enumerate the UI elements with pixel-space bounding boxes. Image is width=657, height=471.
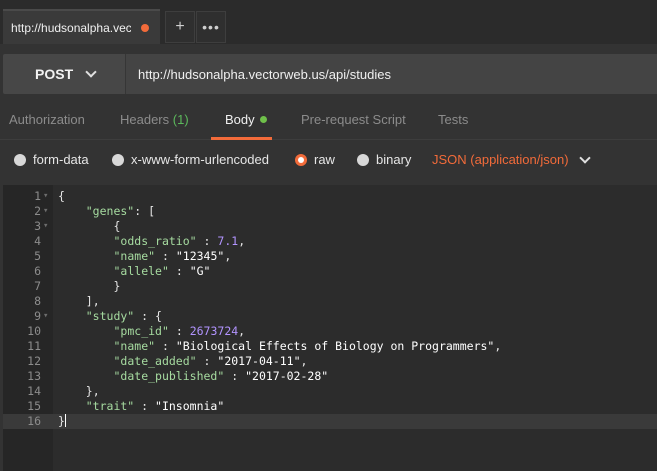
code-line[interactable]: 4 "odds_ratio" : 7.1, bbox=[3, 234, 657, 249]
radio-selected-icon bbox=[295, 153, 307, 166]
tab-headers-label: Headers bbox=[120, 112, 170, 127]
line-number: 2 bbox=[34, 204, 41, 218]
code-text: "date_published" : "2017-02-28" bbox=[113, 369, 329, 383]
fold-arrow-icon[interactable]: ▾ bbox=[43, 219, 48, 234]
chevron-down-icon bbox=[85, 66, 97, 78]
line-number: 1 bbox=[34, 189, 41, 203]
code-line[interactable]: 3 ▾ { bbox=[3, 219, 657, 234]
code-line[interactable]: 1 ▾ { bbox=[3, 189, 657, 204]
request-tab[interactable]: http://hudsonalpha.vectorweb.us/api/stud… bbox=[3, 9, 160, 44]
code-text: "odds_ratio" : 7.1, bbox=[113, 234, 246, 248]
url-value: http://hudsonalpha.vectorweb.us/api/stud… bbox=[138, 66, 391, 82]
code-text: "genes": [ bbox=[85, 204, 156, 218]
line-number: 6 bbox=[34, 264, 41, 278]
radio-icon bbox=[112, 153, 124, 166]
tab-pre-request-script[interactable]: Pre-request Script bbox=[301, 112, 406, 127]
url-input[interactable]: http://hudsonalpha.vectorweb.us/api/stud… bbox=[125, 54, 657, 94]
code-line[interactable]: 8 ], bbox=[3, 294, 657, 309]
radio-raw[interactable]: raw bbox=[295, 152, 335, 167]
code-line[interactable]: 9 ▾ "study" : { bbox=[3, 309, 657, 324]
code-text: }, bbox=[85, 384, 100, 398]
tab-tests[interactable]: Tests bbox=[438, 112, 468, 127]
code-text: } bbox=[113, 279, 121, 293]
radio-binary-label: binary bbox=[376, 152, 412, 167]
line-number: 8 bbox=[34, 294, 41, 308]
more-tabs-button[interactable]: ••• bbox=[196, 11, 226, 43]
line-number: 11 bbox=[27, 339, 41, 353]
line-number: 13 bbox=[27, 369, 41, 383]
line-number: 14 bbox=[27, 384, 41, 398]
code-line[interactable]: 16} bbox=[3, 414, 657, 429]
code-line[interactable]: 5 "name" : "12345", bbox=[3, 249, 657, 264]
code-text: } bbox=[58, 414, 66, 428]
tab-authorization-label: Authorization bbox=[9, 112, 85, 127]
code-line[interactable]: 15 "trait" : "Insomnia" bbox=[3, 399, 657, 414]
code-text: "pmc_id" : 2673724, bbox=[113, 324, 246, 338]
code-text: { bbox=[113, 219, 121, 233]
code-text: "name" : "Biological Effects of Biology … bbox=[113, 339, 502, 353]
code-text: "allele" : "G" bbox=[113, 264, 211, 278]
code-line[interactable]: 14 }, bbox=[3, 384, 657, 399]
line-number: 15 bbox=[27, 399, 41, 413]
code-editor[interactable]: 1 ▾{2 ▾ "genes": [3 ▾ {4 "odds_ratio" : 7.1… bbox=[3, 185, 657, 471]
line-number: 4 bbox=[34, 234, 41, 248]
code-line[interactable]: 2 ▾ "genes": [ bbox=[3, 204, 657, 219]
request-tabs: Authorization Headers (1) Body Pre-reque… bbox=[0, 104, 657, 140]
plus-icon: + bbox=[175, 18, 185, 35]
body-indicator-dot-icon bbox=[259, 116, 267, 123]
method-select[interactable]: POST bbox=[3, 54, 125, 94]
line-number: 12 bbox=[27, 354, 41, 368]
content-type-dropdown[interactable]: JSON (application/json) bbox=[432, 151, 591, 167]
line-number: 5 bbox=[34, 249, 41, 263]
code-line[interactable]: 11 "name" : "Biological Effects of Biolo… bbox=[3, 339, 657, 354]
radio-icon bbox=[14, 153, 26, 166]
code-line[interactable]: 10 "pmc_id" : 2673724, bbox=[3, 324, 657, 339]
radio-form-data[interactable]: form-data bbox=[14, 152, 89, 167]
method-label: POST bbox=[35, 66, 74, 82]
url-row: POST http://hudsonalpha.vectorweb.us/api… bbox=[0, 52, 657, 94]
headers-count-badge: (1) bbox=[172, 112, 189, 127]
code-line[interactable]: 6 "allele" : "G" bbox=[3, 264, 657, 279]
radio-icon bbox=[357, 153, 369, 166]
fold-arrow-icon[interactable]: ▾ bbox=[43, 309, 48, 324]
code-line[interactable]: 13 "date_published" : "2017-02-28" bbox=[3, 369, 657, 384]
chevron-down-icon bbox=[578, 151, 591, 164]
fold-arrow-icon[interactable]: ▾ bbox=[43, 189, 48, 204]
content-type-label: JSON (application/json) bbox=[432, 152, 569, 167]
more-icon: ••• bbox=[202, 19, 220, 35]
radio-x-www-form-urlencoded[interactable]: x-www-form-urlencoded bbox=[112, 152, 269, 167]
line-number: 3 bbox=[34, 219, 41, 233]
tab-title: http://hudsonalpha.vectorweb.us/api/stud… bbox=[11, 20, 131, 35]
code-text: ], bbox=[85, 294, 100, 308]
active-tab-underline bbox=[211, 137, 272, 140]
tab-authorization[interactable]: Authorization bbox=[9, 112, 85, 127]
code-text: "name" : "12345", bbox=[113, 249, 232, 263]
code-line[interactable]: 12 "date_added" : "2017-04-11", bbox=[3, 354, 657, 369]
line-number: 7 bbox=[34, 279, 41, 293]
tab-headers[interactable]: Headers (1) bbox=[120, 112, 189, 127]
new-tab-button[interactable]: + bbox=[165, 11, 195, 43]
tab-body[interactable]: Body bbox=[225, 112, 267, 127]
radio-raw-label: raw bbox=[314, 152, 335, 167]
unsaved-dot-icon bbox=[141, 23, 149, 32]
fold-arrow-icon[interactable]: ▾ bbox=[43, 204, 48, 219]
line-number: 9 bbox=[34, 309, 41, 323]
code-line[interactable]: 7 } bbox=[3, 279, 657, 294]
body-type-options: form-data x-www-form-urlencoded raw bina… bbox=[0, 148, 657, 172]
radio-urlencoded-label: x-www-form-urlencoded bbox=[131, 152, 269, 167]
tab-body-label: Body bbox=[225, 112, 255, 127]
line-number: 16 bbox=[27, 414, 41, 428]
radio-binary[interactable]: binary bbox=[357, 152, 411, 167]
radio-form-data-label: form-data bbox=[33, 152, 89, 167]
code-text: "study" : { bbox=[85, 309, 162, 323]
code-text: "date_added" : "2017-04-11", bbox=[113, 354, 308, 368]
tab-pre-request-script-label: Pre-request Script bbox=[301, 112, 406, 127]
code-text: "trait" : "Insomnia" bbox=[85, 399, 225, 413]
line-number: 10 bbox=[27, 324, 41, 338]
tab-bar: http://hudsonalpha.vectorweb.us/api/stud… bbox=[0, 0, 657, 44]
tab-tests-label: Tests bbox=[438, 112, 469, 127]
code-text: { bbox=[58, 189, 65, 203]
